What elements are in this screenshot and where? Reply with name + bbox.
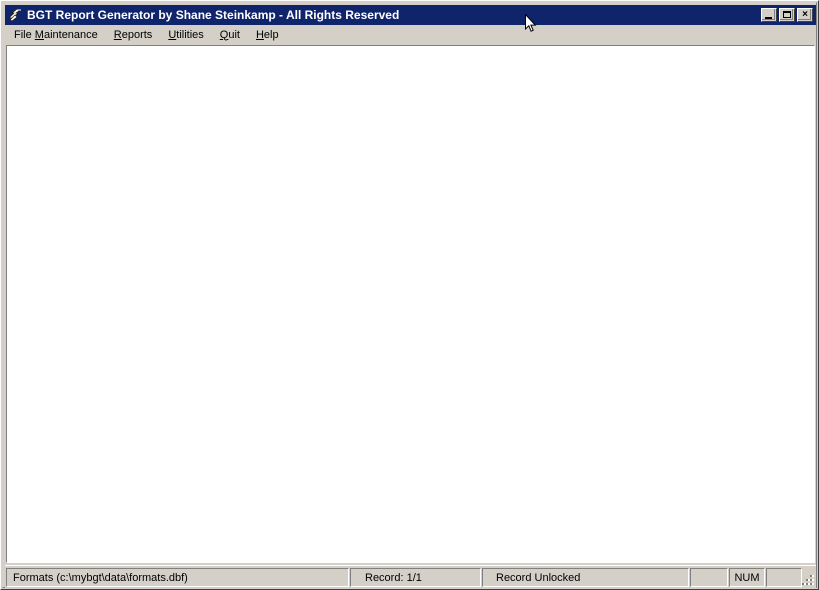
menu-label-post: elp [263,28,279,41]
menu-accel: R [113,28,122,41]
menu-item-reports[interactable]: Reports [114,27,160,44]
menu-label-post: tilities [176,28,204,41]
application-window: BGT Report Generator by Shane Steinkamp … [0,0,819,590]
menu-bar: File Maintenance Reports Utilities Quit … [5,26,816,44]
status-file-info: Formats (c:\mybgt\data\formats.dbf) [6,568,349,587]
title-bar[interactable]: BGT Report Generator by Shane Steinkamp … [5,5,816,25]
window-frame-inner: BGT Report Generator by Shane Steinkamp … [2,2,817,589]
menu-label-pre: File [14,28,35,41]
menu-item-quit[interactable]: Quit [220,27,247,44]
menu-item-utilities[interactable]: Utilities [168,27,210,44]
close-icon: × [802,9,808,20]
window-title: BGT Report Generator by Shane Steinkamp … [27,8,400,22]
status-indicator-1 [690,568,728,587]
menu-label-post: uit [228,28,240,41]
resize-grip[interactable] [800,573,814,586]
status-bar: Formats (c:\mybgt\data\formats.dbf) Reco… [5,565,816,589]
status-indicator-num: NUM [729,568,765,587]
minimize-icon [765,17,772,19]
mdi-workspace [7,46,814,562]
menu-item-help[interactable]: Help [256,27,286,44]
menu-label-post: eports [121,28,153,41]
status-lock-state: Record Unlocked [482,568,689,587]
minimize-button[interactable] [761,8,777,22]
menu-item-file-maintenance[interactable]: File Maintenance [14,27,105,44]
status-indicator-2 [766,568,802,587]
maximize-button[interactable] [779,8,795,22]
window-controls: × [761,8,813,22]
app-arrows-icon [7,7,23,23]
maximize-icon [783,11,791,18]
menu-accel: M [34,28,44,41]
menu-label-post: aintenance [43,28,98,41]
mdi-client-area[interactable] [6,45,815,563]
status-record: Record: 1/1 [350,568,481,587]
close-button[interactable]: × [797,8,813,22]
menu-accel: H [255,28,264,41]
